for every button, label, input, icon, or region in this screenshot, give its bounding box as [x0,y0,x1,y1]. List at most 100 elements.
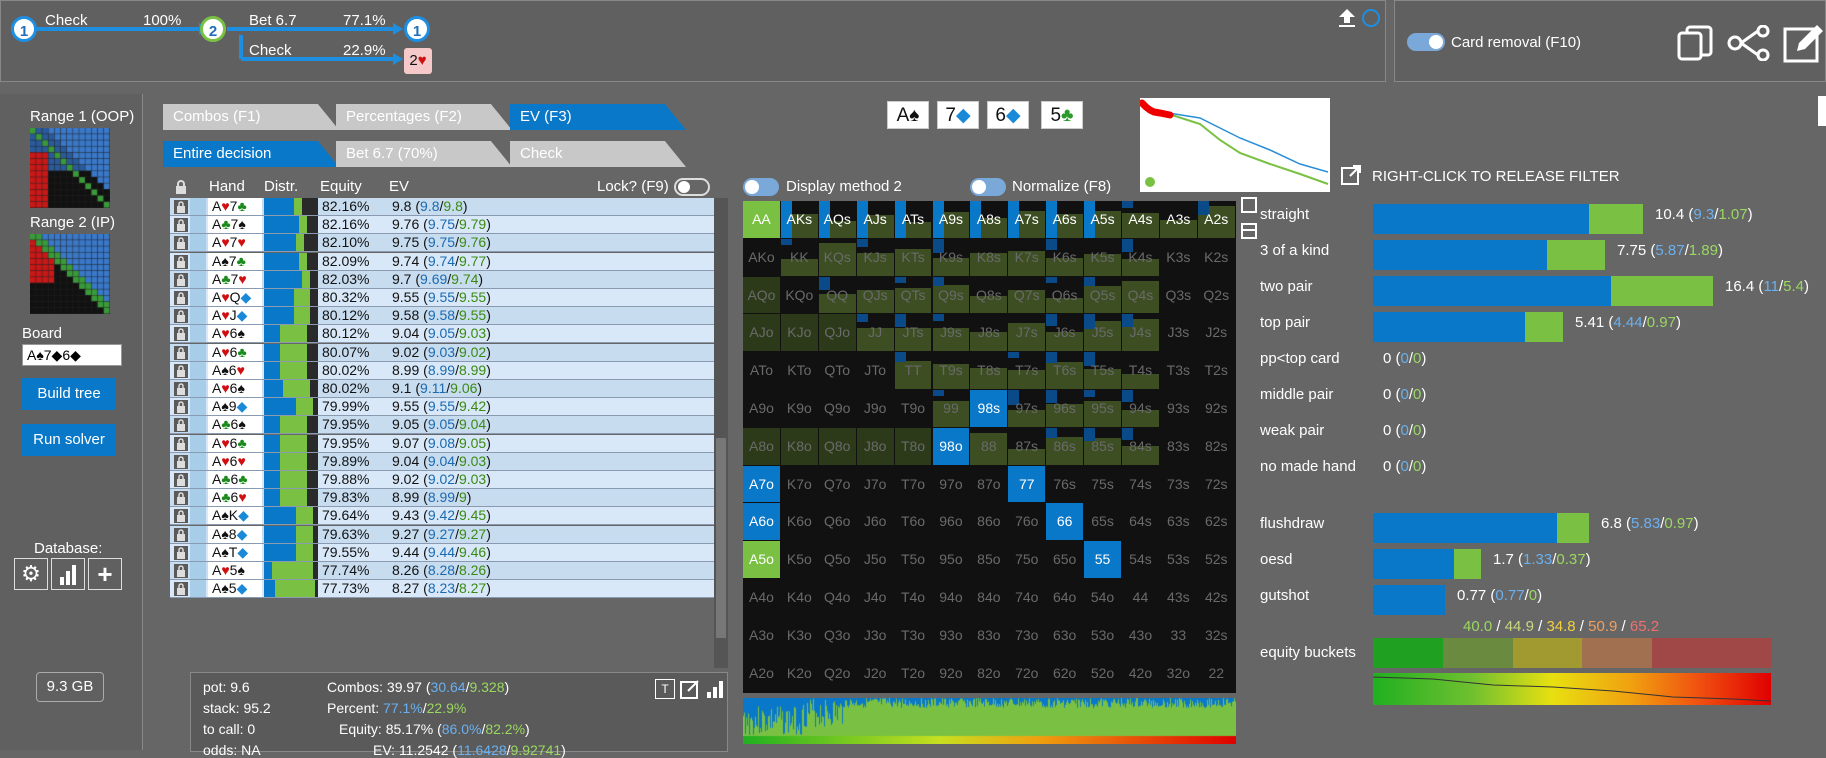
grid-cell[interactable]: 64o [1046,579,1083,616]
row-lock-icon[interactable] [174,545,188,560]
row-lock-icon[interactable] [174,218,188,233]
grid-cell[interactable]: 77 [1008,465,1046,503]
grid-cell[interactable]: 74o [1008,579,1045,616]
tab-percentages[interactable]: Percentages (F2) [336,104,512,130]
table-row[interactable]: A♥5♠ 77.74% 8.26 (8.28/8.26) [170,562,714,580]
lock-toggle[interactable] [674,178,710,196]
grid-cell[interactable]: Q5o [819,541,856,578]
grid-cell[interactable]: 55 [1084,541,1121,578]
grid-cell[interactable]: K3o [781,617,818,654]
grid-cell[interactable]: Q5s [1084,276,1121,314]
display-method-toggle[interactable] [743,178,779,196]
row-lock-icon[interactable] [174,254,188,269]
grid-cell[interactable]: J9o [857,390,894,427]
grid-cell[interactable]: 86o [970,503,1007,540]
grid-cell[interactable]: KTs [894,239,932,276]
table-row[interactable]: A♥6♣ 80.07% 9.02 (9.03/9.02) [170,343,714,362]
table-row[interactable]: A♠6♥ 80.02% 8.99 (8.99/8.99) [170,361,714,380]
grid-cell[interactable]: Q6o [819,503,856,540]
grid-cell[interactable]: 76o [1008,503,1045,540]
grid-cell[interactable]: T9o [895,390,932,427]
grid-cell[interactable]: A6s [1046,201,1084,238]
grid-cell[interactable]: K2o [781,655,818,692]
grid-cell[interactable]: T6s [1046,352,1084,389]
tree-node-after-bet[interactable]: 1 [404,16,430,42]
row-lock-icon[interactable] [174,527,188,542]
grid-cell[interactable]: 95s [1084,390,1121,427]
grid-cell[interactable]: J8s [970,314,1008,352]
grid-cell[interactable]: 96o [933,503,970,540]
row-lock-icon[interactable] [174,345,188,360]
table-row[interactable]: A♠5◆ 77.73% 8.27 (8.23/8.27) [170,580,714,599]
row-lock-icon[interactable] [174,400,188,415]
grid-cell[interactable]: Q3s [1160,277,1197,314]
grid-cell[interactable]: Q2o [819,655,856,692]
grid-cell[interactable]: 53o [1084,617,1121,654]
grid-cell[interactable]: JTs [894,314,932,352]
grid-cell[interactable]: J2s [1198,314,1235,351]
grid-cell[interactable]: 74s [1122,466,1159,503]
grid-cell[interactable]: ATs [894,201,932,238]
edit-icon[interactable] [1783,23,1823,63]
stat-bar[interactable] [1373,513,1589,543]
grid-cell[interactable]: 92s [1198,390,1235,427]
grid-cell[interactable]: A5s [1084,201,1121,238]
grid-cell[interactable]: A3o [743,617,780,654]
grid-cell[interactable]: T7s [1008,352,1046,389]
tab-bet[interactable]: Bet 6.7 (70%) [336,141,512,167]
equity-buckets-bar[interactable] [1373,638,1772,668]
grid-cell[interactable]: Q8s [970,277,1008,314]
grid-cell[interactable]: K9s [932,238,970,276]
grid-cell[interactable]: KTo [781,352,818,389]
grid-cell[interactable]: T8s [970,352,1008,389]
table-row[interactable]: A♠K◆ 79.64% 9.43 (9.42/9.45) [170,507,714,526]
table-row[interactable]: A♥6♣ 79.95% 9.07 (9.08/9.05) [170,434,714,453]
table-row[interactable]: A♠9◆ 79.99% 9.55 (9.55/9.42) [170,398,714,417]
grid-cell[interactable]: J9s [932,314,970,352]
row-lock-icon[interactable] [174,473,188,487]
row-lock-icon[interactable] [174,436,188,451]
text-export-icon[interactable]: T [655,679,675,699]
grid-cell[interactable]: 52o [1084,655,1121,692]
grid-cell[interactable]: J3s [1160,314,1197,351]
grid-cell[interactable]: JTo [857,352,894,389]
row-lock-icon[interactable] [174,582,188,597]
row-lock-icon[interactable] [174,454,188,469]
grid-cell[interactable]: 93s [1160,390,1197,427]
grid-cell[interactable]: JJ [856,314,894,352]
grid-cell[interactable]: K2s [1198,239,1235,276]
popout-summary-icon[interactable] [679,678,701,700]
grid-cell[interactable]: J8o [856,427,894,465]
grid-cell[interactable]: J4o [857,579,894,616]
equity-graph[interactable] [1138,98,1330,192]
grid-cell[interactable]: A7s [1008,201,1046,238]
row-lock-icon[interactable] [174,382,188,396]
table-scrollbar[interactable] [714,198,728,668]
row-lock-icon[interactable] [174,564,188,578]
grid-cell[interactable]: 22 [1198,655,1235,692]
col-distr[interactable]: Distr. [264,178,298,195]
grid-cell[interactable]: J6o [857,503,894,540]
table-row[interactable]: A♣7♠ 82.16% 9.76 (9.75/9.79) [170,216,714,235]
col-hand[interactable]: Hand [209,178,245,195]
grid-cell[interactable]: K3s [1160,239,1197,276]
grid-cell[interactable]: KJs [856,238,894,276]
table-row[interactable]: A♥6♠ 80.12% 9.04 (9.05/9.03) [170,325,714,344]
grid-cell[interactable]: 95o [933,541,970,578]
plus-icon[interactable]: + [88,558,122,590]
grid-cell[interactable]: 96s [1046,390,1084,427]
build-tree-button[interactable]: Build tree [22,378,116,410]
grid-cell[interactable]: AQo [743,276,780,314]
grid-cell[interactable]: T3s [1160,352,1197,389]
grid-cell[interactable]: A4s [1122,201,1159,238]
grid-cell[interactable]: 84s [1122,427,1159,465]
grid-cell[interactable]: 42s [1198,579,1235,616]
row-lock-icon[interactable] [174,309,188,324]
table-row[interactable]: A♥6♥ 79.89% 9.04 (9.04/9.03) [170,452,714,471]
grid-cell[interactable]: ATo [743,352,780,389]
tab-check[interactable]: Check [510,141,686,167]
grid-cell[interactable]: 73o [1008,617,1045,654]
grid-cell[interactable]: T4s [1122,352,1159,389]
row-lock-icon[interactable] [174,272,188,287]
scroll-thumb-right[interactable] [1818,96,1826,126]
